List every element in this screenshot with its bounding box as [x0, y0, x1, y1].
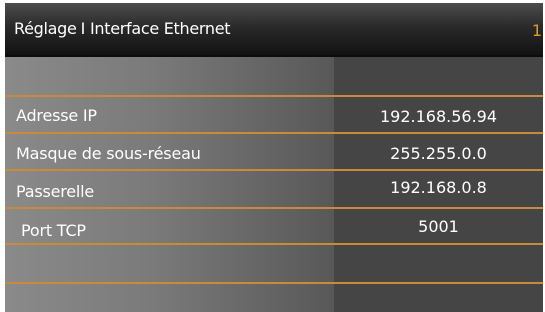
tcp-port-label: Port TCP [21, 221, 86, 240]
row-divider [5, 282, 543, 284]
row-divider [5, 169, 543, 171]
section-label: Réglage [14, 19, 77, 38]
row-divider [5, 243, 543, 245]
row-divider [5, 207, 543, 209]
ip-address-label: Adresse IP [16, 106, 97, 125]
page-number: 1 [531, 21, 542, 40]
title-bar: Réglage I Interface Ethernet 1 [5, 3, 543, 57]
screen-title: Interface Ethernet [89, 19, 231, 38]
subnet-mask-label: Masque de sous-réseau [16, 144, 201, 163]
tcp-port-value[interactable]: 5001 [334, 217, 543, 236]
page-title: Réglage I Interface Ethernet [14, 19, 231, 38]
ip-address-value[interactable]: 192.168.56.94 [334, 107, 543, 126]
gateway-label: Passerelle [16, 182, 95, 201]
settings-panel: Réglage I Interface Ethernet 1 Adresse IP … [5, 3, 543, 312]
gateway-value[interactable]: 192.168.0.8 [334, 178, 543, 197]
row-divider [5, 132, 543, 134]
subnet-mask-value[interactable]: 255.255.0.0 [334, 144, 543, 163]
title-separator: I [80, 19, 86, 38]
row-divider [5, 95, 543, 97]
